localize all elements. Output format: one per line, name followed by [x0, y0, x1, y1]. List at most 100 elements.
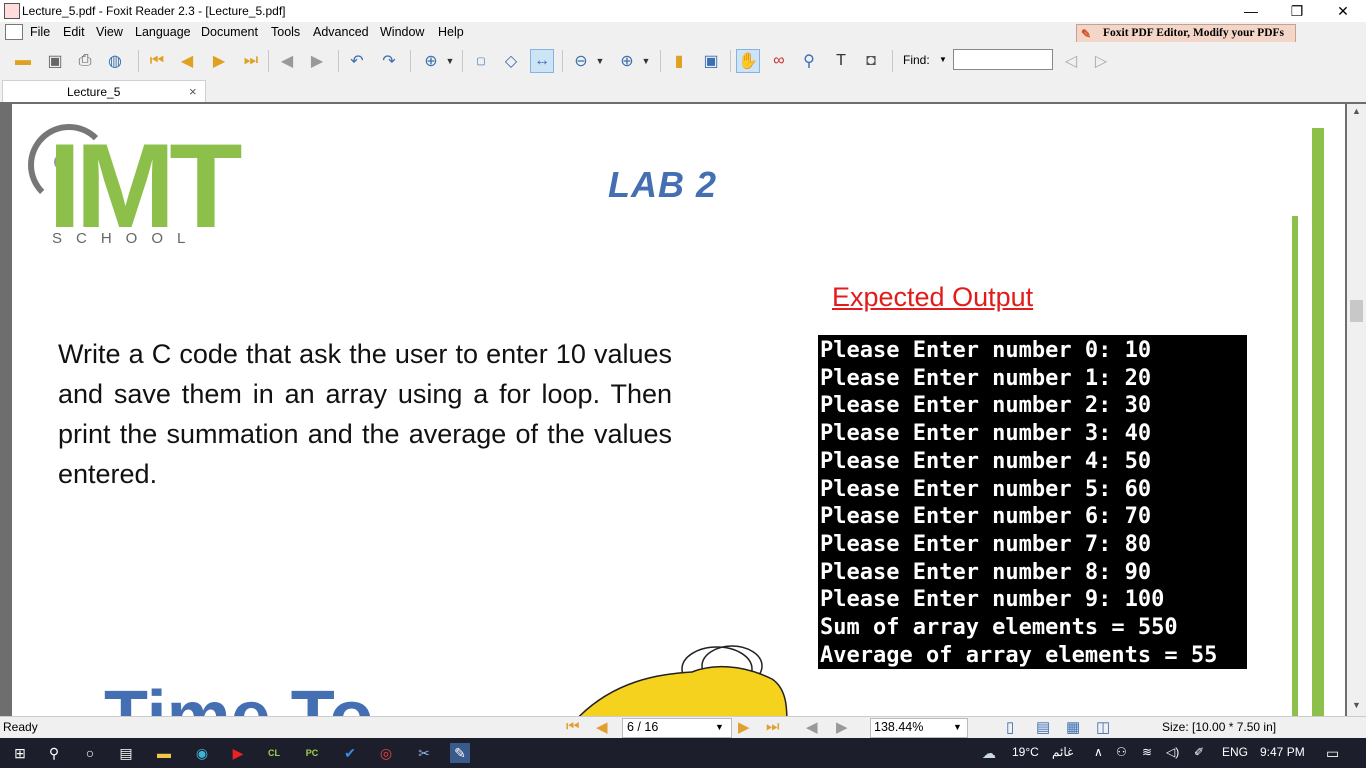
task-description: Write a C code that ask the user to ente…: [58, 339, 672, 489]
rotate-left-icon[interactable]: ↶: [346, 50, 368, 72]
fullscreen-icon[interactable]: ▣: [700, 50, 722, 72]
weather-desc[interactable]: غائم: [1052, 745, 1073, 759]
chevron-down-icon[interactable]: ▼: [594, 50, 606, 72]
console-line: Please Enter number 8: 90: [820, 559, 1152, 585]
save-icon[interactable]: ▣: [44, 50, 66, 72]
clion-icon[interactable]: CL: [264, 743, 284, 763]
facing-icon[interactable]: ▦: [1066, 718, 1080, 736]
scroll-thumb[interactable]: [1350, 300, 1363, 322]
find-options-chevron-icon[interactable]: ▼: [939, 55, 947, 64]
show-hidden-icons-icon[interactable]: ∧: [1094, 745, 1103, 759]
previous-page-icon[interactable]: ◀: [176, 50, 198, 72]
zoom-out-icon[interactable]: ⊖: [570, 50, 592, 72]
decorative-bar: [1292, 216, 1298, 716]
chrome-icon[interactable]: ◎: [376, 743, 396, 763]
console-line: Please Enter number 5: 60: [820, 476, 1152, 502]
separator: [410, 50, 411, 72]
continuous-facing-icon[interactable]: ◫: [1096, 718, 1110, 736]
pen-icon[interactable]: ✐: [1194, 745, 1204, 759]
zoom-in-icon[interactable]: ⊕: [616, 50, 638, 72]
print-icon[interactable]: ⎙: [74, 50, 96, 72]
hand-tool-icon[interactable]: ✋: [736, 49, 760, 73]
cortana-icon[interactable]: ○: [80, 743, 100, 763]
bookmark-panel-icon[interactable]: ▮: [668, 50, 690, 72]
todo-icon[interactable]: ✔: [340, 743, 360, 763]
volume-icon[interactable]: ◁): [1166, 745, 1179, 759]
first-page-icon[interactable]: ⏮: [146, 50, 168, 72]
close-button[interactable]: ✕: [1320, 0, 1366, 22]
separator: [138, 50, 139, 72]
snipping-tool-icon[interactable]: ✂: [414, 743, 434, 763]
find-binoculars-icon[interactable]: ⚲: [798, 50, 820, 72]
youtube-icon[interactable]: ▶: [228, 743, 248, 763]
restore-button[interactable]: ❐: [1274, 0, 1320, 22]
tab-close-icon[interactable]: ×: [189, 84, 197, 99]
notifications-icon[interactable]: ▭: [1326, 745, 1339, 762]
foxit-app-icon: [4, 3, 20, 19]
select-text-icon[interactable]: ∞: [768, 50, 790, 72]
menu-tools[interactable]: Tools: [271, 25, 300, 39]
fit-width-icon[interactable]: ↔: [530, 49, 554, 73]
scroll-down-icon[interactable]: ▼: [1352, 700, 1361, 710]
promo-banner[interactable]: ✎ Foxit PDF Editor, Modify your PDFs: [1076, 24, 1296, 43]
forward-icon[interactable]: ▶: [836, 718, 848, 736]
vertical-scrollbar[interactable]: ▲ ▼: [1347, 104, 1366, 716]
menu-view[interactable]: View: [96, 25, 123, 39]
task-view-icon[interactable]: ▤: [116, 743, 136, 763]
menu-document[interactable]: Document: [201, 25, 258, 39]
menu-help[interactable]: Help: [438, 25, 464, 39]
fit-page-icon[interactable]: ◇: [500, 50, 522, 72]
weather-temp[interactable]: 19°C: [1012, 745, 1039, 759]
menu-window[interactable]: Window: [380, 25, 424, 39]
open-folder-icon[interactable]: ▬: [12, 50, 34, 72]
chevron-down-icon[interactable]: ▼: [953, 722, 962, 732]
pdf-page: IMT SCHOOL LAB 2 Expected Output Write a…: [12, 104, 1345, 716]
minimize-button[interactable]: —: [1228, 0, 1274, 22]
continuous-icon[interactable]: ▤: [1036, 718, 1050, 736]
rotate-right-icon[interactable]: ↷: [378, 50, 400, 72]
separator: [562, 50, 563, 72]
menu-language[interactable]: Language: [135, 25, 191, 39]
separator: [730, 50, 731, 72]
snapshot-icon[interactable]: ◘: [860, 50, 882, 72]
menu-edit[interactable]: Edit: [63, 25, 85, 39]
zoom-field[interactable]: 138.44% ▼: [870, 718, 968, 738]
single-page-icon[interactable]: ▯: [1006, 718, 1014, 736]
web-icon[interactable]: ◍: [104, 50, 126, 72]
back-icon[interactable]: ◀: [806, 718, 818, 736]
previous-page-icon[interactable]: ◀: [596, 718, 608, 736]
forward-icon[interactable]: ▶: [306, 50, 328, 72]
foxit-taskbar-icon[interactable]: ✎: [450, 743, 470, 763]
find-previous-icon[interactable]: ◁: [1060, 50, 1082, 72]
menu-advanced[interactable]: Advanced: [313, 25, 369, 39]
document-icon[interactable]: [5, 24, 23, 40]
chevron-down-icon[interactable]: ▼: [640, 50, 652, 72]
clock[interactable]: 9:47 PM: [1260, 745, 1305, 759]
next-page-icon[interactable]: ▶: [738, 718, 750, 736]
back-icon[interactable]: ◀: [276, 50, 298, 72]
first-page-icon[interactable]: ⏮: [566, 718, 580, 735]
file-explorer-icon[interactable]: ▬: [154, 743, 174, 763]
last-page-icon[interactable]: ⏭: [766, 718, 780, 735]
tab-lecture-5[interactable]: Lecture_5 ×: [2, 80, 206, 103]
zoom-in-tool-icon[interactable]: ⊕: [420, 50, 442, 72]
find-input[interactable]: [953, 49, 1053, 70]
chevron-down-icon[interactable]: ▼: [444, 50, 456, 72]
chevron-down-icon[interactable]: ▼: [715, 722, 724, 732]
actual-size-icon[interactable]: ▢: [470, 50, 492, 72]
menu-file[interactable]: File: [30, 25, 50, 39]
next-page-icon[interactable]: ▶: [208, 50, 230, 72]
windows-start-icon[interactable]: ⊞: [10, 743, 30, 763]
network-icon[interactable]: ⚇: [1116, 745, 1127, 759]
page-number-field[interactable]: 6 / 16 ▼: [622, 718, 732, 738]
cloud-icon: ☁: [982, 745, 996, 761]
edge-icon[interactable]: ◉: [192, 743, 212, 763]
last-page-icon[interactable]: ⏭: [240, 50, 262, 72]
wifi-icon[interactable]: ≋: [1142, 745, 1152, 759]
find-next-icon[interactable]: ▷: [1090, 50, 1112, 72]
pycharm-icon[interactable]: PC: [302, 743, 322, 763]
scroll-up-icon[interactable]: ▲: [1352, 106, 1361, 116]
search-icon[interactable]: ⚲: [44, 743, 64, 763]
text-tool-icon[interactable]: T: [830, 50, 852, 72]
language-indicator[interactable]: ENG: [1222, 745, 1248, 759]
